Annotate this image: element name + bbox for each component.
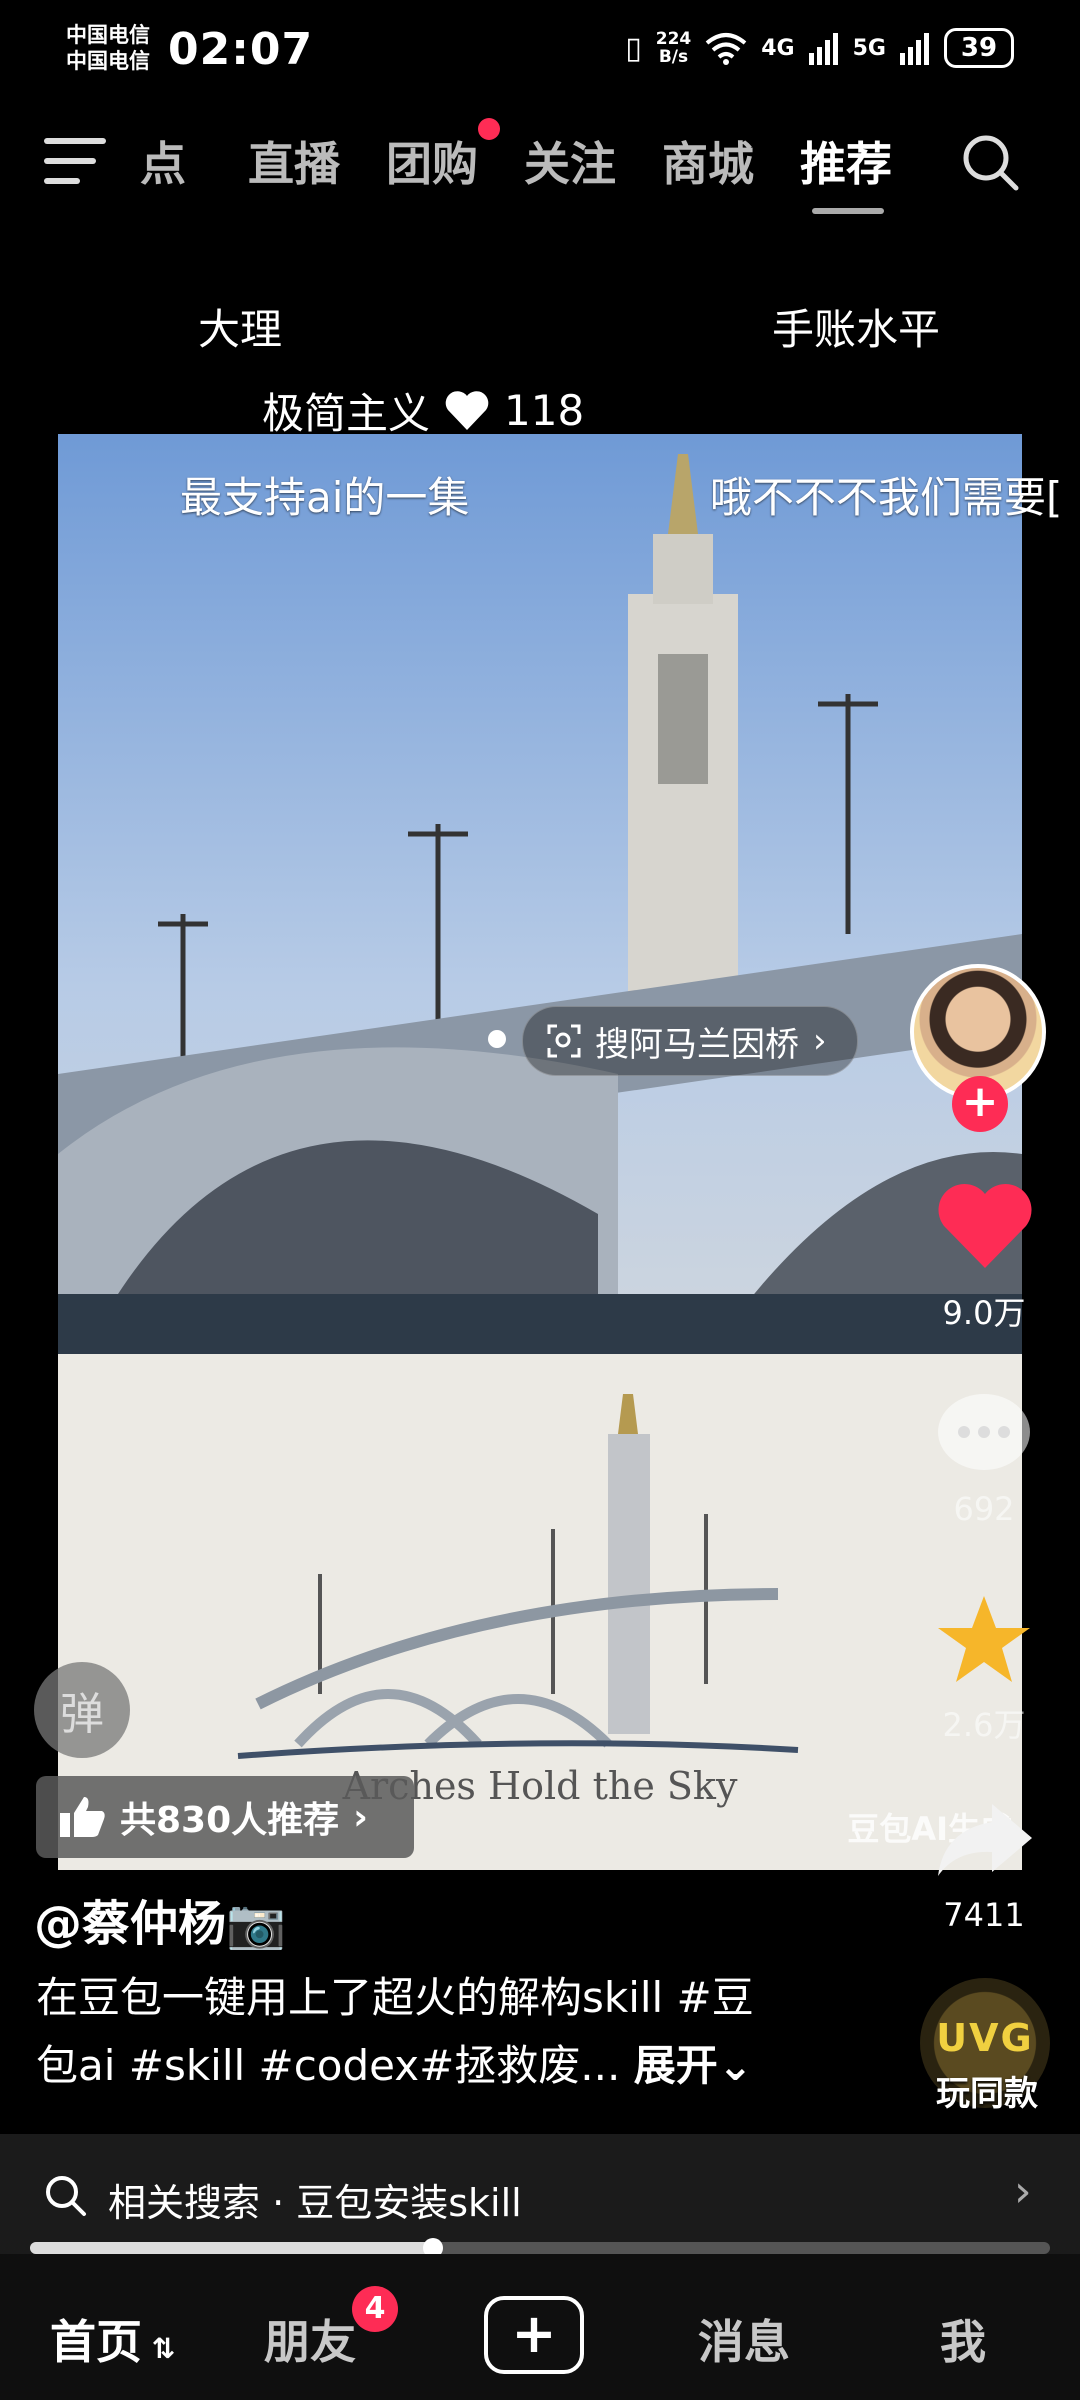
- thumbs-up-icon: [60, 1797, 105, 1837]
- recommend-count-button[interactable]: 共830人推荐 ›: [36, 1776, 414, 1858]
- recommend-label: 共830人推荐: [120, 1800, 340, 1841]
- bridge-illustration: [58, 434, 1022, 1354]
- caption-right: 手账水平: [772, 305, 941, 354]
- network-1: 4G: [761, 35, 795, 61]
- same-style-logo: UVG: [936, 2016, 1034, 2060]
- friends-badge: 4: [352, 2286, 398, 2332]
- chevron-right-icon: ›: [353, 1796, 368, 1838]
- tab-hot-partial[interactable]: 点: [140, 128, 186, 194]
- follow-button[interactable]: +: [952, 1076, 1008, 1132]
- description-line-2-wrap: 包ai #skill #codex#拯救废... 展开⌄: [36, 2032, 836, 2100]
- same-style-label: 玩同款: [936, 2074, 1038, 2114]
- danmaku-2: 哦不不不我们需要[: [710, 473, 1063, 522]
- nav-me[interactable]: 我: [940, 2306, 986, 2372]
- like-icon[interactable]: [936, 1182, 1034, 1272]
- description-line-2: 包ai #skill #codex#拯救废...: [36, 2041, 621, 2090]
- tab-following[interactable]: 关注: [524, 128, 616, 194]
- network-2: 5G: [852, 35, 886, 61]
- vibrate-icon: ▯: [625, 30, 642, 66]
- create-button[interactable]: +: [484, 2296, 584, 2374]
- description-line-1: 在豆包一键用上了超火的解构skill #豆: [36, 1973, 754, 2022]
- tab-live[interactable]: 直播: [248, 128, 340, 194]
- bridge-photo[interactable]: [58, 434, 1022, 1354]
- scan-search-icon: [547, 1024, 581, 1058]
- nav-home[interactable]: 首页 ⇅: [50, 2306, 175, 2372]
- chevron-right-icon: ›: [813, 1021, 827, 1061]
- favorite-icon[interactable]: [934, 1592, 1034, 1688]
- tab-group-buy[interactable]: 团购: [386, 128, 478, 194]
- net-speed-unit: B/s: [658, 47, 689, 67]
- related-search-text: 相关搜索 · 豆包安装skill: [108, 2181, 522, 2225]
- comment-icon[interactable]: [936, 1392, 1032, 1480]
- status-icons: ▯ 224 B/s 4G 5G 39: [625, 28, 1014, 68]
- chevron-right-icon: ›: [1014, 2166, 1032, 2217]
- image-search-label: 搜阿马兰因桥: [595, 1024, 799, 1065]
- expand-link[interactable]: 展开: [634, 2041, 718, 2090]
- video-description: 在豆包一键用上了超火的解构skill #豆 包ai #skill #codex#…: [36, 1964, 836, 2100]
- comment-count: 692: [953, 1490, 1015, 1528]
- chevron-down-icon: ⌄: [717, 2041, 753, 2090]
- caption-left: 大理: [198, 305, 283, 354]
- signal-icon-1: [808, 33, 838, 65]
- carrier-2: 中国电信: [66, 49, 150, 73]
- nav-friends[interactable]: 朋友: [264, 2306, 356, 2372]
- active-tab-indicator: [812, 208, 884, 214]
- share-icon[interactable]: [934, 1800, 1034, 1880]
- clock: 02:07: [168, 24, 314, 75]
- tag-line: 极简主义 118: [262, 380, 584, 441]
- danmaku-toggle-button[interactable]: 弹: [34, 1662, 130, 1758]
- search-icon: [46, 2176, 86, 2216]
- image-search-chip[interactable]: 搜阿马兰因桥 ›: [522, 1006, 858, 1076]
- wifi-icon: [705, 33, 747, 65]
- net-speed-value: 224: [655, 29, 692, 49]
- tab-recommend[interactable]: 推荐: [800, 128, 892, 194]
- tab-mall[interactable]: 商城: [662, 128, 754, 194]
- danmaku-1: 最支持ai的一集: [180, 473, 470, 522]
- refresh-icon: ⇅: [142, 2332, 176, 2365]
- carrier-labels: 中国电信 中国电信: [66, 22, 150, 74]
- signal-icon-2: [900, 33, 929, 65]
- tag-text: 极简主义: [262, 389, 431, 438]
- favorite-count: 2.6万: [942, 1706, 1026, 1744]
- author-name[interactable]: @蔡仲杨📷: [34, 1884, 286, 1954]
- chip-dot: [488, 1030, 506, 1048]
- search-icon[interactable]: [958, 130, 1022, 194]
- net-speed: 224 B/s: [656, 30, 692, 66]
- carrier-1: 中国电信: [66, 23, 150, 47]
- menu-icon[interactable]: [44, 138, 106, 188]
- nav-messages[interactable]: 消息: [698, 2306, 790, 2372]
- heart-icon: [445, 390, 489, 430]
- share-count: 7411: [943, 1896, 1025, 1934]
- tag-likes: 118: [504, 386, 585, 435]
- progress-fill: [30, 2242, 433, 2254]
- nav-home-label: 首页: [50, 2315, 142, 2369]
- battery-indicator: 39: [944, 28, 1014, 68]
- notification-dot: [478, 118, 500, 140]
- like-count: 9.0万: [942, 1294, 1026, 1332]
